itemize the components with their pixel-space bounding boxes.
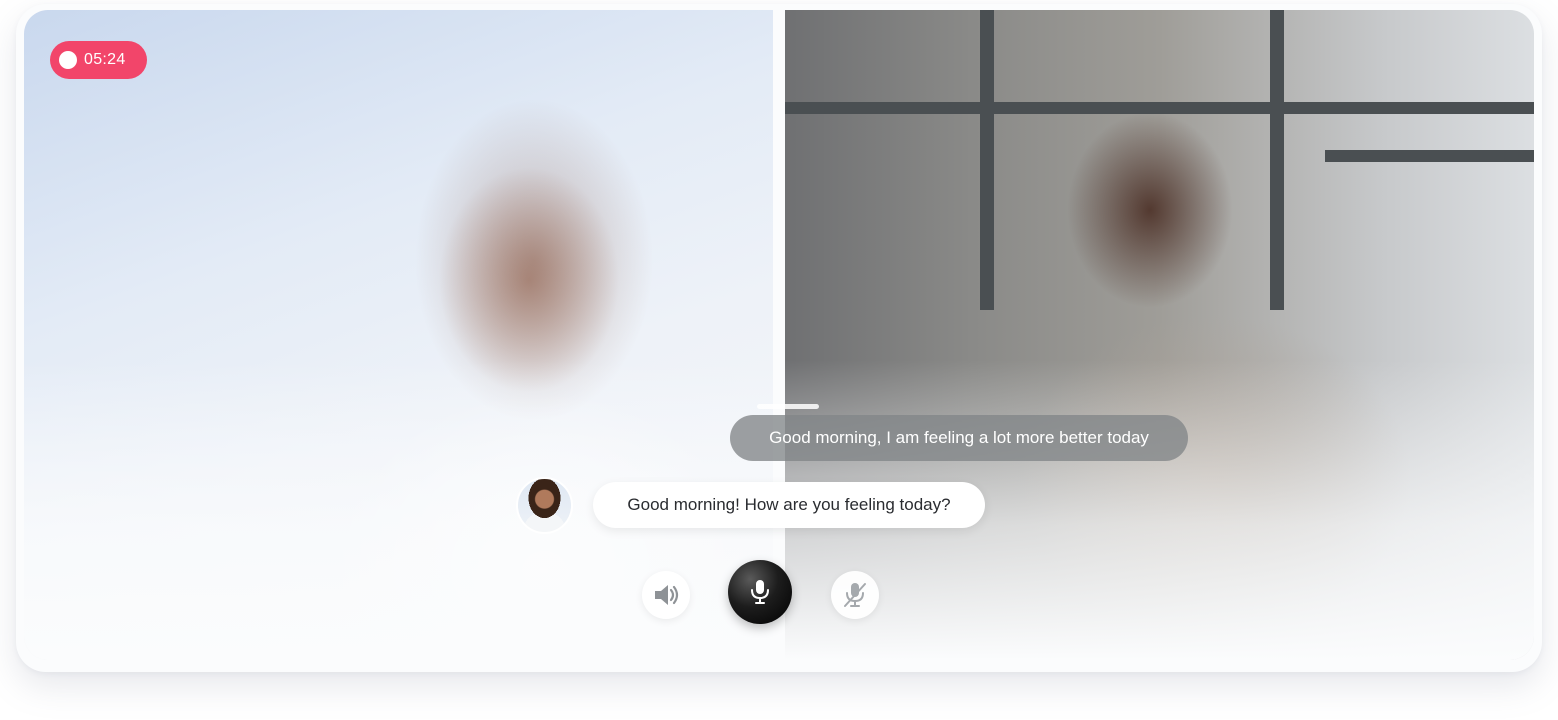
speaker-icon [655, 585, 679, 605]
video-divider [773, 10, 785, 660]
record-dot-icon [59, 51, 77, 69]
microphone-icon [751, 580, 769, 604]
recording-timer: 05:24 [84, 51, 126, 68]
speaker-button[interactable] [642, 571, 690, 619]
microphone-muted-icon [844, 583, 866, 607]
video-call-card: 05:24 Good morning, I am feeling a lot m… [16, 4, 1542, 672]
microphone-button[interactable] [728, 560, 792, 624]
patient-message-bubble: Good morning, I am feeling a lot more be… [730, 415, 1188, 461]
patient-video-feed [785, 10, 1534, 660]
doctor-video-feed [24, 10, 773, 660]
doctor-avatar [516, 477, 573, 534]
recording-badge: 05:24 [50, 41, 147, 79]
doctor-message-bubble: Good morning! How are you feeling today? [593, 482, 985, 528]
mute-button[interactable] [831, 571, 879, 619]
drag-handle[interactable] [757, 404, 819, 409]
